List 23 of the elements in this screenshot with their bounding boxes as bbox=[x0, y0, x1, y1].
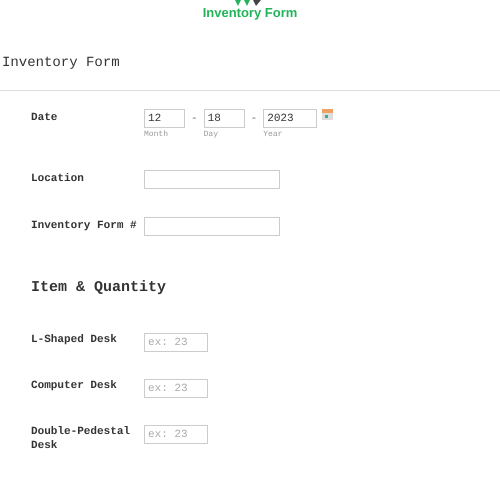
field-caption: Year bbox=[263, 129, 284, 141]
quantity-field[interactable]: ex: 23 bbox=[144, 379, 208, 398]
calendar-icon[interactable] bbox=[322, 109, 334, 120]
date-separator: - bbox=[250, 112, 258, 127]
date-field[interactable]: 18 bbox=[204, 109, 245, 128]
field-caption: Day bbox=[204, 129, 220, 141]
date-field[interactable]: 12 bbox=[144, 109, 185, 128]
date-separator: - bbox=[191, 112, 198, 127]
item-label: L-Shaped Desk bbox=[31, 333, 118, 347]
field-label: Date bbox=[31, 111, 58, 125]
item-label: Computer Desk bbox=[31, 379, 118, 393]
brand-name: Inventory Form bbox=[202, 6, 298, 20]
field-label: Location bbox=[31, 172, 85, 186]
quantity-field[interactable]: ex: 23 bbox=[144, 333, 208, 352]
text-field[interactable] bbox=[144, 217, 280, 236]
date-field[interactable]: 2023 bbox=[263, 109, 318, 128]
field-label: Inventory Form # bbox=[31, 219, 138, 233]
field-caption: Month bbox=[144, 129, 170, 141]
text-field[interactable] bbox=[144, 170, 280, 189]
item-label: Double-Pedestal Desk bbox=[31, 425, 132, 453]
quantity-field[interactable]: ex: 23 bbox=[144, 425, 208, 444]
form-title: Inventory Form bbox=[2, 55, 121, 71]
section-title: Item & Quantity bbox=[31, 279, 168, 297]
